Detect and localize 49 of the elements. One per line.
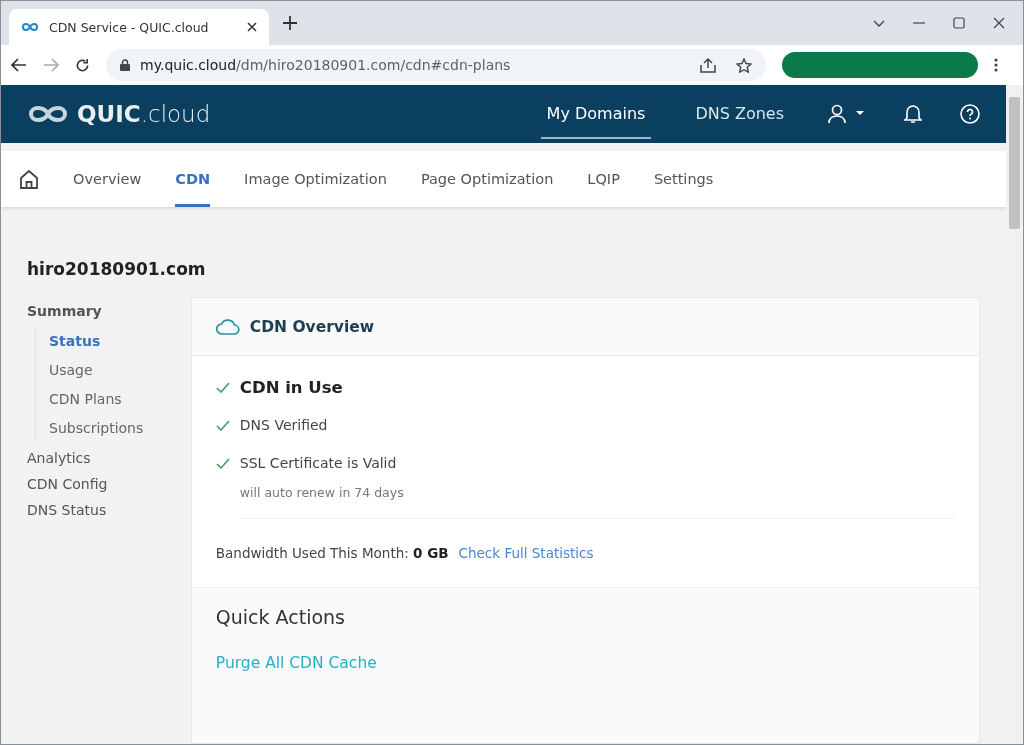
logo-text: QUIC.cloud — [77, 101, 211, 127]
domain-title: hiro20180901.com — [27, 259, 207, 279]
sidebar-item[interactable]: Usage — [49, 362, 191, 378]
cloud-icon — [215, 318, 240, 335]
maximize-icon[interactable] — [953, 17, 965, 29]
address-bar[interactable]: my.quic.cloud/dm/hiro20180901.com/cdn#cdn-plans — [106, 49, 766, 81]
card-title: CDN Overview — [249, 317, 375, 336]
logo-icon — [27, 103, 69, 125]
user-icon[interactable] — [828, 104, 866, 124]
bell-icon[interactable] — [904, 104, 922, 124]
nav-link[interactable]: DNS Zones — [689, 89, 790, 139]
check-icon — [215, 419, 230, 431]
status-note: will auto renew in 74 days — [239, 485, 955, 519]
check-icon — [215, 382, 230, 393]
lock-icon — [120, 59, 130, 71]
star-icon[interactable] — [736, 57, 752, 73]
section-title: Quick Actions — [215, 606, 346, 628]
nav-tab[interactable]: Overview — [73, 151, 142, 207]
nav-tab[interactable]: LQIP — [587, 151, 620, 207]
browser-tab[interactable]: CDN Service - QUIC.cloud — [9, 9, 269, 45]
close-icon[interactable] — [993, 17, 1005, 29]
nav-tab[interactable]: CDN — [175, 151, 211, 207]
check-icon — [215, 457, 230, 469]
infinity-icon — [21, 22, 39, 32]
sidebar-item[interactable]: CDN Plans — [49, 391, 191, 407]
tab-title: CDN Service - QUIC.cloud — [49, 19, 210, 35]
reload-icon[interactable] — [75, 57, 90, 73]
menu-icon[interactable] — [994, 58, 998, 72]
close-icon[interactable] — [247, 22, 257, 32]
sidebar-item[interactable]: Summary — [27, 303, 191, 319]
nav-link[interactable]: My Domains — [540, 89, 652, 139]
back-icon[interactable] — [11, 58, 27, 72]
bandwidth-text: Bandwidth Used This Month: 0 GB — [215, 545, 449, 561]
status-text: SSL Certificate is Valid — [239, 455, 397, 471]
help-icon[interactable] — [960, 104, 980, 124]
status-text: DNS Verified — [239, 417, 328, 433]
status-text: CDN in Use — [239, 378, 343, 397]
sidebar-item[interactable]: Subscriptions — [49, 420, 191, 436]
new-tab-icon[interactable] — [283, 16, 297, 30]
sidebar-item[interactable]: DNS Status — [27, 502, 191, 518]
statistics-link[interactable]: Check Full Statistics — [458, 545, 594, 561]
share-icon[interactable] — [700, 57, 716, 73]
sidebar-item[interactable]: Status — [49, 333, 191, 349]
sidebar-item[interactable]: Analytics — [27, 450, 191, 466]
sidebar-item[interactable]: CDN Config — [27, 476, 191, 492]
nav-tab[interactable]: Page Optimization — [420, 151, 554, 207]
nav-tab[interactable]: Image Optimization — [244, 151, 387, 207]
chevron-down-icon[interactable] — [873, 19, 885, 27]
nav-tab[interactable]: Settings — [653, 151, 714, 207]
